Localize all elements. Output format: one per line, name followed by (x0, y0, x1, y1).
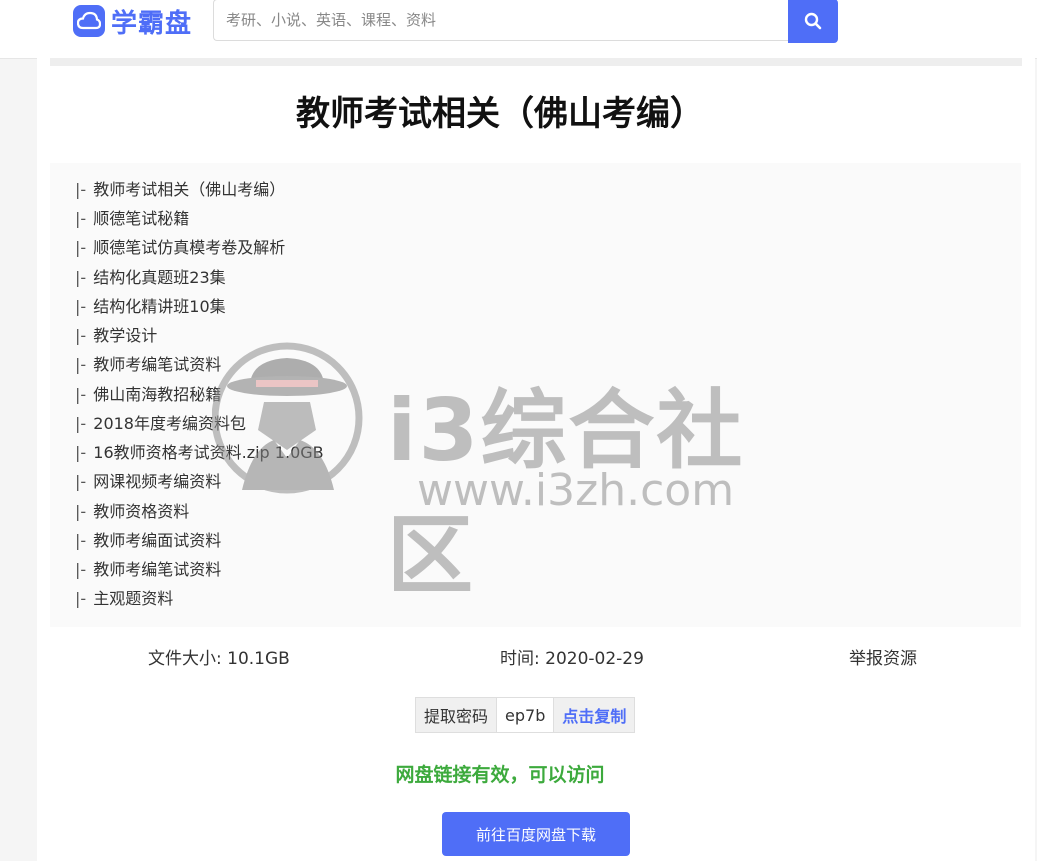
cloud-icon (73, 5, 105, 37)
extract-code-value: ep7b (497, 698, 555, 732)
list-item: |- 主观题资料 (75, 589, 174, 608)
list-item: |- 顺德笔试仿真模考卷及解析 (75, 238, 286, 257)
link-status: 网盘链接有效，可以访问 (395, 764, 605, 786)
search-button[interactable] (788, 0, 838, 43)
download-button[interactable]: 前往百度网盘下载 (442, 812, 630, 856)
list-item: |- 2018年度考编资料包 (75, 414, 246, 433)
list-item: |- 顺德笔试秘籍 (75, 209, 190, 228)
search-input[interactable] (213, 0, 788, 41)
file-size: 文件大小: 10.1GB (148, 649, 290, 669)
site-logo[interactable]: 学霸盘 (73, 4, 193, 39)
extract-code-group: 提取密码 ep7b 点击复制 (415, 697, 636, 733)
report-link[interactable]: 举报资源 (849, 647, 917, 671)
list-item: |- 结构化真题班23集 (75, 268, 226, 287)
page-title: 教师考试相关（佛山考编） (296, 94, 704, 134)
list-item: |- 结构化精讲班10集 (75, 297, 226, 316)
divider (50, 58, 1022, 66)
list-item: |- 教师考试相关（佛山考编） (75, 180, 286, 199)
list-item: |- 教学设计 (75, 326, 158, 345)
list-item: |- 网课视频考编资料 (75, 472, 222, 491)
logo-text: 学霸盘 (111, 8, 193, 39)
upload-time: 时间: 2020-02-29 (500, 649, 644, 669)
list-item: |- 教师考编面试资料 (75, 531, 222, 550)
list-item: |- 佛山南海教招秘籍 (75, 385, 222, 404)
list-item: |- 教师考编笔试资料 (75, 560, 222, 579)
copy-code-button[interactable]: 点击复制 (554, 698, 635, 732)
extract-code-label: 提取密码 (416, 698, 498, 732)
search-icon (804, 12, 822, 30)
header: 学霸盘 (0, 0, 1037, 59)
list-item: |- 教师资格资料 (75, 502, 190, 521)
file-tree: |- 教师考试相关（佛山考编） |- 顺德笔试秘籍 |- 顺德笔试仿真模考卷及解… (50, 163, 1021, 627)
list-item: |- 16教师资格考试资料.zip 1.0GB (75, 443, 324, 462)
list-item: |- 教师考编笔试资料 (75, 355, 222, 374)
